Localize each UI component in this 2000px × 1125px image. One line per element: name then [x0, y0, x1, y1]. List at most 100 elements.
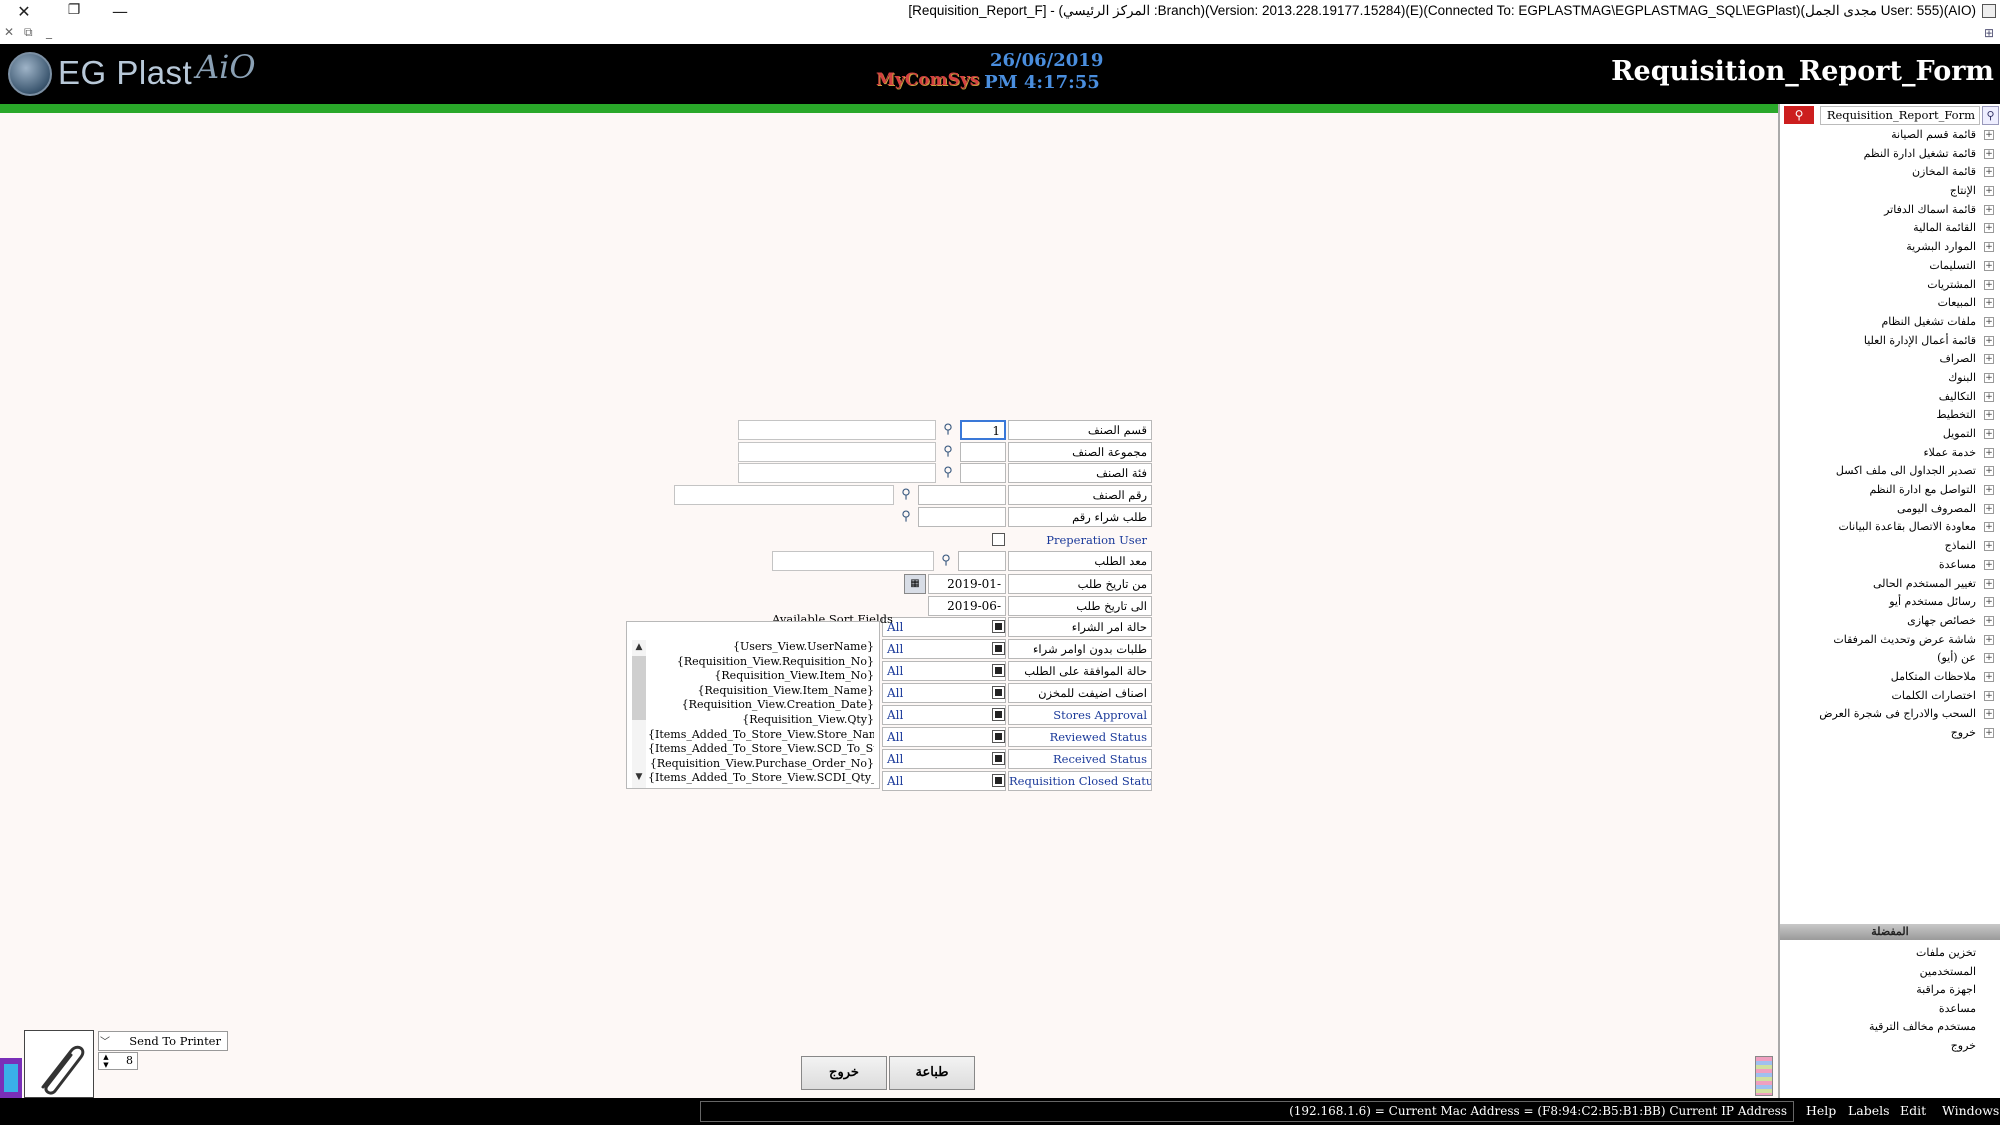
sidebar-menu-item[interactable]: + المبيعات [1780, 294, 1998, 313]
sidebar-menu-item[interactable]: + اختصارات الكلمات [1780, 687, 1998, 706]
sort-field-item[interactable]: {Items_Added_To_Store_View.SCD_To_Store_… [648, 742, 874, 757]
sidebar-menu-item[interactable]: + التخطيط [1780, 406, 1998, 425]
item-group-lookup-icon[interactable]: ⚲ [938, 442, 958, 462]
calendar-icon[interactable]: ▦ [904, 574, 926, 594]
favorite-item[interactable]: تخزين ملفات [1780, 944, 1998, 963]
status-filter-checkbox[interactable] [992, 774, 1005, 787]
item-category-lookup-icon[interactable]: ⚲ [938, 463, 958, 483]
expand-plus-icon[interactable]: + [1984, 653, 1994, 664]
sidebar-menu-item[interactable]: + تغيير المستخدم الحالى [1780, 575, 1998, 594]
sort-field-item[interactable]: {Requisition_View.Purchase_Order_No} [648, 757, 874, 772]
expand-plus-icon[interactable]: + [1984, 298, 1994, 309]
from-date-input[interactable]: 2019-01-01 [928, 574, 1006, 609]
status-filter-checkbox[interactable] [992, 664, 1005, 677]
to-date-input[interactable]: 2019-06-26 [928, 596, 1006, 631]
sort-field-item[interactable]: {Items_Added_To_Store_View.SCDI_Qty_Adde… [648, 771, 874, 786]
sidebar-menu-item[interactable]: + التكاليف [1780, 388, 1998, 407]
item-group-code-input[interactable] [960, 442, 1006, 462]
sidebar-menu-item[interactable]: + الصراف [1780, 350, 1998, 369]
close-window-icon[interactable]: ✕ [12, 2, 36, 21]
item-section-lookup-icon[interactable]: ⚲ [938, 420, 958, 440]
sidebar-menu-item[interactable]: + تصدير الجداول الى ملف اكسل [1780, 462, 1998, 481]
expand-plus-icon[interactable]: + [1984, 204, 1994, 215]
status-filter-select[interactable]: All [882, 727, 1006, 747]
expand-plus-icon[interactable]: + [1984, 316, 1994, 327]
status-filter-checkbox[interactable] [992, 730, 1005, 743]
sort-field-item[interactable]: {Items_Added_To_Store_View.Store_Name} [648, 728, 874, 743]
purchase-request-input[interactable] [918, 507, 1006, 527]
sidebar-menu-item[interactable]: + رسائل مستخدم أيو [1780, 593, 1998, 612]
sidebar-menu-item[interactable]: + خروج [1780, 724, 1998, 743]
status-filter-checkbox[interactable] [992, 752, 1005, 765]
sidebar-menu-item[interactable]: + قائمة اسماك الدفاتر [1780, 201, 1998, 220]
status-filter-select[interactable]: All [882, 661, 1006, 681]
expand-plus-icon[interactable]: + [1984, 130, 1994, 140]
sidebar-menu-item[interactable]: + المشتريات [1780, 276, 1998, 295]
print-destination-select[interactable]: Send To Printer [98, 1031, 228, 1051]
expand-plus-icon[interactable]: + [1984, 709, 1994, 720]
sidebar-menu-item[interactable]: + معاودة الاتصال بقاعدة البيانات [1780, 518, 1998, 537]
sidebar-find-icon[interactable]: ⚲ [1982, 106, 1999, 125]
sidebar-menu-item[interactable]: + شاشة عرض وتحديث المرفقات [1780, 631, 1998, 650]
chevron-down-icon[interactable]: ﹀ [100, 1033, 110, 1048]
sidebar-search-input[interactable]: Requisition_Report_Form [1820, 106, 1980, 125]
expand-plus-icon[interactable]: + [1984, 503, 1994, 514]
sidebar-menu-item[interactable]: + الإنتاج [1780, 182, 1998, 201]
favorite-item[interactable]: مستخدم مخالف الترقية [1780, 1018, 1998, 1037]
scroll-up-icon[interactable]: ▲ [632, 642, 646, 656]
sidebar-menu-item[interactable]: + التسليمات [1780, 257, 1998, 276]
status-filter-checkbox[interactable] [992, 620, 1005, 633]
status-filter-select[interactable]: All [882, 683, 1006, 703]
sort-list-scroll-thumb[interactable] [632, 656, 646, 720]
favorite-item[interactable]: خروج [1780, 1037, 1998, 1056]
attachments-button[interactable] [24, 1030, 94, 1098]
expand-plus-icon[interactable]: + [1984, 148, 1994, 159]
expand-plus-icon[interactable]: + [1984, 354, 1994, 365]
sort-field-item[interactable]: {Users_View.UserName} [648, 640, 874, 655]
expand-plus-icon[interactable]: + [1984, 410, 1994, 421]
expand-plus-icon[interactable]: + [1984, 279, 1994, 290]
menu-help[interactable]: Help [1806, 1103, 1836, 1118]
sidebar-menu-item[interactable]: + التمويل [1780, 425, 1998, 444]
sidebar-menu-item[interactable]: + التواصل مع ادارة النظم [1780, 481, 1998, 500]
status-filter-checkbox[interactable] [992, 642, 1005, 655]
mdi-restore-icon[interactable]: ⧉ [24, 25, 33, 40]
favorite-item[interactable]: المستخدمين [1780, 963, 1998, 982]
expand-plus-icon[interactable]: + [1984, 260, 1994, 271]
stepper-arrows-icon[interactable]: ▲ ▼ [100, 1053, 112, 1069]
sidebar-menu-item[interactable]: + الموارد البشرية [1780, 238, 1998, 257]
restore-window-icon[interactable]: ❐ [62, 2, 86, 18]
scroll-down-icon[interactable]: ▼ [632, 772, 646, 786]
sidebar-menu-item[interactable]: + قائمة قسم الصيانة [1780, 126, 1998, 145]
expand-plus-icon[interactable]: + [1984, 634, 1994, 645]
expand-plus-icon[interactable]: + [1984, 541, 1994, 552]
expand-plus-icon[interactable]: + [1984, 242, 1994, 253]
favorite-item[interactable]: مساعدة [1780, 1000, 1998, 1019]
menu-edit[interactable]: Edit [1900, 1103, 1926, 1118]
requester-code-input[interactable] [958, 551, 1006, 571]
sidebar-menu-item[interactable]: + قائمة تشغيل ادارة النظم [1780, 145, 1998, 164]
expand-plus-icon[interactable]: + [1984, 223, 1994, 234]
expand-plus-icon[interactable]: + [1984, 335, 1994, 346]
sort-field-item[interactable]: {Requisition_View.Item_No} [648, 669, 874, 684]
sidebar-menu-item[interactable]: + النماذج [1780, 537, 1998, 556]
item-section-code-input[interactable]: 1 [960, 420, 1006, 440]
menu-windows[interactable]: Windows [1942, 1103, 1999, 1118]
favorite-item[interactable]: اجهزة مراقبة [1780, 981, 1998, 1000]
expand-plus-icon[interactable]: + [1984, 522, 1994, 533]
expand-plus-icon[interactable]: + [1984, 429, 1994, 439]
expand-plus-icon[interactable]: + [1984, 690, 1994, 701]
sidebar-search-button[interactable]: ⚲ [1784, 106, 1814, 124]
sidebar-menu-item[interactable]: + قائمة المخازن [1780, 163, 1998, 182]
sidebar-menu-item[interactable]: + قائمة أعمال الإدارة العليا [1780, 332, 1998, 351]
sidebar-menu-item[interactable]: + ملاحظات المتكامل [1780, 668, 1998, 687]
expand-plus-icon[interactable]: + [1984, 167, 1994, 178]
status-filter-checkbox[interactable] [992, 686, 1005, 699]
sort-field-item[interactable]: {Requisition_View.Creation_Date} [648, 698, 874, 713]
expand-plus-icon[interactable]: + [1984, 615, 1994, 626]
sidebar-menu-item[interactable]: + خدمة عملاء [1780, 444, 1998, 463]
sidebar-menu-item[interactable]: + عن (أيو) [1780, 649, 1998, 668]
status-filter-select[interactable]: All [882, 749, 1006, 769]
sidebar-menu-item[interactable]: + السحب والادراج فى شجرة العرض [1780, 705, 1998, 724]
mdi-minimize-icon[interactable]: _ [46, 25, 52, 39]
